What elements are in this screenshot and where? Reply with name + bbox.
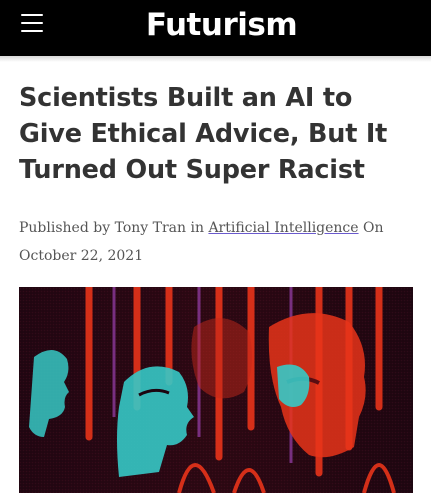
byline-on: On: [363, 220, 384, 236]
byline-prefix: Published by: [19, 220, 111, 236]
byline-in: in: [190, 220, 204, 236]
hamburger-menu-icon[interactable]: [21, 14, 43, 34]
hero-image: [19, 287, 413, 493]
hero-illustration: [19, 287, 413, 493]
author-name: Tony Tran: [114, 220, 187, 236]
category-link[interactable]: Artificial Intelligence: [208, 220, 358, 236]
publish-date: October 22, 2021: [19, 248, 144, 264]
article-byline: Published by Tony Tran in Artificial Int…: [19, 214, 419, 270]
site-logo[interactable]: Futurism: [139, 5, 304, 45]
top-navigation-bar: Futurism: [0, 0, 431, 56]
header-shadow: [0, 56, 431, 62]
article-title: Scientists Built an AI to Give Ethical A…: [19, 83, 388, 185]
